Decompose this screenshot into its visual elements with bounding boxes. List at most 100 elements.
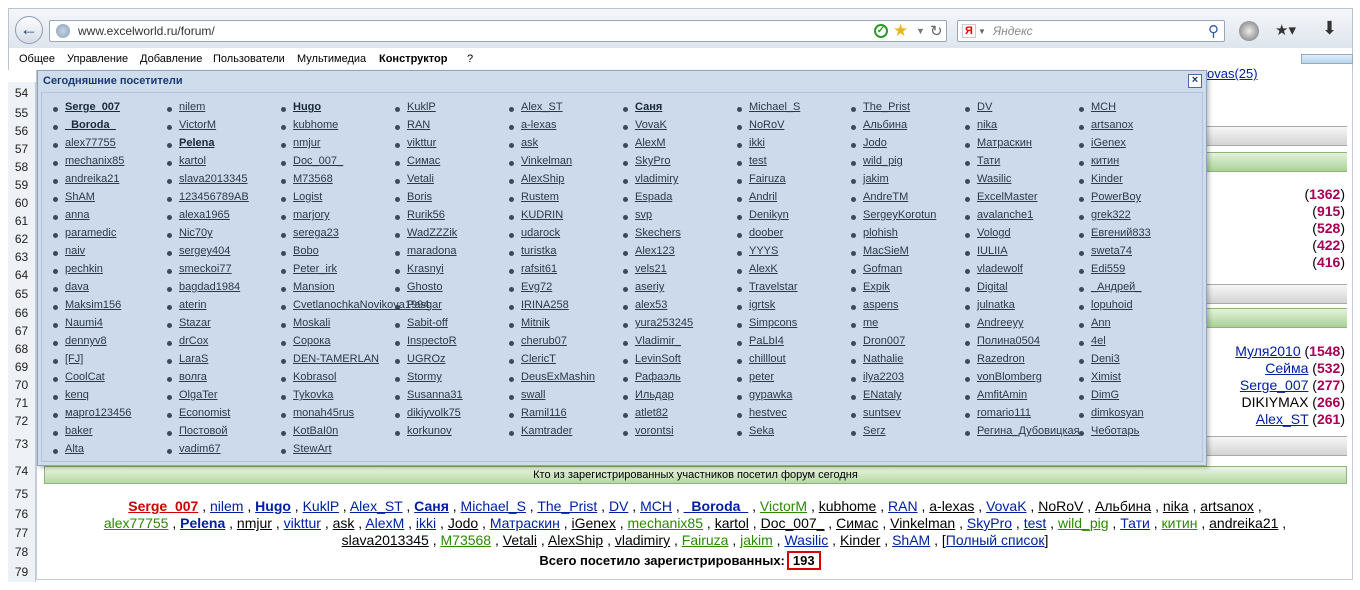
visitor-link[interactable]: KUDRIN <box>521 209 563 221</box>
visitor-link[interactable]: a-lexas <box>521 119 556 131</box>
visitor-link[interactable]: Саня <box>635 101 662 113</box>
visitor-link[interactable]: Kinder <box>840 532 880 548</box>
visitor-link[interactable]: PowerBoy <box>1091 191 1141 203</box>
bookmark-star-icon[interactable]: ★ <box>893 21 908 41</box>
visitor-link[interactable]: ikki <box>416 515 436 531</box>
visitor-link[interactable]: CoolCat <box>65 371 105 383</box>
visitor-link[interactable]: nilem <box>179 101 205 113</box>
visitor-link[interactable]: RAN <box>407 119 430 131</box>
visitor-link[interactable]: kubhome <box>819 498 877 514</box>
visitor-link[interactable]: vonBlomberg <box>977 371 1042 383</box>
visitor-link[interactable]: turistka <box>521 245 556 257</box>
visitor-link[interactable]: Fairuza <box>749 173 786 185</box>
visitor-link[interactable]: avalanche1 <box>977 209 1033 221</box>
visitor-link[interactable]: Ann <box>1091 317 1111 329</box>
visitor-link[interactable]: slava2013345 <box>179 173 248 185</box>
visitor-link[interactable]: Nic70y <box>179 227 213 239</box>
visitor-link[interactable]: KuklP <box>407 101 436 113</box>
close-icon[interactable]: × <box>1188 74 1202 88</box>
visitor-link[interactable]: Serge_007 <box>65 101 120 113</box>
visitor-link[interactable]: Michael_S <box>749 101 800 113</box>
visitor-link[interactable]: Матраскин <box>490 515 560 531</box>
visitor-link[interactable]: MCH <box>1091 101 1116 113</box>
visitor-link[interactable]: IRINA258 <box>521 299 569 311</box>
visitor-link[interactable]: grek322 <box>1091 209 1131 221</box>
horizontal-scroll-control[interactable] <box>1301 54 1353 64</box>
visitor-link[interactable]: Евгений833 <box>1091 227 1151 239</box>
visitor-link[interactable]: Andreeyy <box>977 317 1023 329</box>
visitor-link[interactable]: AlexM <box>635 137 666 149</box>
visitor-link[interactable]: Razedron <box>977 353 1025 365</box>
visitor-link[interactable]: Deni3 <box>1091 353 1120 365</box>
visitor-link[interactable]: Постовой <box>179 425 228 437</box>
visitor-link[interactable]: ilya2203 <box>863 371 904 383</box>
visitor-link[interactable]: Ramil116 <box>521 407 567 419</box>
visitor-link[interactable]: Moskali <box>293 317 330 329</box>
visitor-link[interactable]: vladewolf <box>977 263 1023 275</box>
visitor-link[interactable]: PaLbI4 <box>749 335 784 347</box>
visitor-link[interactable]: Travelstar <box>749 281 798 293</box>
visitor-link[interactable]: ClericT <box>521 353 556 365</box>
visitor-link[interactable]: Kobrasol <box>293 371 336 383</box>
visitor-link[interactable]: yura253245 <box>635 317 693 329</box>
visitor-link[interactable]: wild_pig <box>1058 515 1109 531</box>
visitor-link[interactable]: AndreTM <box>863 191 908 203</box>
visitor-link[interactable]: naiv <box>65 245 85 257</box>
visitor-link[interactable]: andreika21 <box>1209 515 1278 531</box>
visitor-link[interactable]: AlexK <box>749 263 778 275</box>
visitor-link[interactable]: hestvec <box>749 407 787 419</box>
visitor-link[interactable]: Wasilic <box>977 173 1011 185</box>
visitor-link[interactable]: aspens <box>863 299 898 311</box>
visitor-link[interactable]: Vladimir_ <box>635 335 681 347</box>
visitor-link[interactable]: Чеботарь <box>1091 425 1139 437</box>
visitor-link[interactable]: Peter_irk <box>293 263 337 275</box>
visitor-link[interactable]: maradona <box>407 245 457 257</box>
visitor-link[interactable]: Maksim156 <box>65 299 121 311</box>
visitor-link[interactable]: Doc_007_ <box>761 515 825 531</box>
visitor-link[interactable]: Skechers <box>635 227 681 239</box>
visitor-link[interactable]: Sabit-off <box>407 317 448 329</box>
visitor-link[interactable]: Симас <box>407 155 440 167</box>
address-bar[interactable]: www.excelworld.ru/forum/ ✓ ★ ▼ ↻ <box>49 20 947 42</box>
visitor-link[interactable]: Wasilic <box>784 532 828 548</box>
visitor-link[interactable]: rafsit61 <box>521 263 557 275</box>
visitor-link[interactable]: vikttur <box>284 515 321 531</box>
visitor-link[interactable]: Andril <box>749 191 777 203</box>
visitor-link[interactable]: Expik <box>863 281 890 293</box>
visitor-link[interactable]: me <box>863 317 878 329</box>
visitor-link[interactable]: IULIIA <box>977 245 1008 257</box>
visitor-link[interactable]: paramedic <box>65 227 116 239</box>
back-button[interactable]: ← <box>15 16 43 44</box>
visitor-link[interactable]: YYYS <box>749 245 778 257</box>
visitor-link[interactable]: _Boroda_ <box>684 498 749 514</box>
visitor-link[interactable]: Pasgar <box>407 299 442 311</box>
visitor-link[interactable]: marjory <box>293 209 330 221</box>
visitor-link[interactable]: DimG <box>1091 389 1119 401</box>
visitor-link[interactable]: alexa1965 <box>179 209 230 221</box>
visitor-link[interactable]: AlexShip <box>521 173 564 185</box>
visitor-link[interactable]: _Андрей_ <box>1091 281 1141 293</box>
visitor-link[interactable]: Denikyn <box>749 209 789 221</box>
visitor-link[interactable]: Evg72 <box>521 281 552 293</box>
reload-icon[interactable]: ↻ <box>930 22 943 40</box>
visitor-link[interactable]: DV <box>977 101 992 113</box>
visitor-link[interactable]: gypawka <box>749 389 792 401</box>
visitor-link[interactable]: NoRoV <box>749 119 784 131</box>
visitor-link[interactable]: Kamtrader <box>521 425 572 437</box>
visitor-link[interactable]: M73568 <box>293 173 333 185</box>
visitor-link[interactable]: dava <box>65 281 89 293</box>
visitor-link[interactable]: iGenex <box>571 515 615 531</box>
visitor-link[interactable]: LevinSoft <box>635 353 681 365</box>
visitor-link[interactable]: NoRoV <box>1038 498 1083 514</box>
visitor-link[interactable]: wild_pig <box>863 155 903 167</box>
visitor-link[interactable]: plohish <box>863 227 898 239</box>
visitor-link[interactable]: vorontsi <box>635 425 674 437</box>
visitor-link[interactable]: ikki <box>749 137 765 149</box>
visitor-link[interactable]: Alex_ST <box>350 498 403 514</box>
visitor-link[interactable]: drCox <box>179 335 208 347</box>
visitor-link[interactable]: nika <box>977 119 997 131</box>
visitor-link[interactable]: test <box>749 155 767 167</box>
partial-user-link[interactable]: ovas(25) <box>1207 66 1258 81</box>
visitor-link[interactable]: марго123456 <box>65 407 131 419</box>
visitor-link[interactable]: SkyPro <box>635 155 670 167</box>
